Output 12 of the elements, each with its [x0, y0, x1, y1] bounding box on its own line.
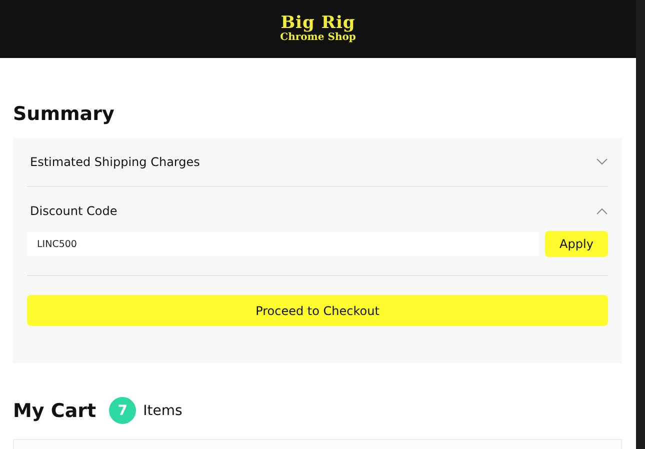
- discount-code-field[interactable]: LINC500: [27, 232, 539, 256]
- chevron-up-icon: [596, 207, 608, 215]
- accordion-header[interactable]: Estimated Shipping Charges: [27, 138, 608, 186]
- section-title: My Cart: [13, 400, 96, 422]
- logo[interactable]: Big Rig Chrome Shop: [280, 15, 356, 43]
- section-title: Summary: [13, 103, 114, 125]
- count-badge: 7: [109, 397, 136, 424]
- count-label: Items: [143, 402, 182, 418]
- checkout-button[interactable]: Proceed to Checkout: [27, 295, 608, 326]
- scrollbar[interactable]: [636, 0, 645, 449]
- apply-button[interactable]: Apply: [545, 231, 608, 257]
- chevron-down-icon: [596, 158, 608, 166]
